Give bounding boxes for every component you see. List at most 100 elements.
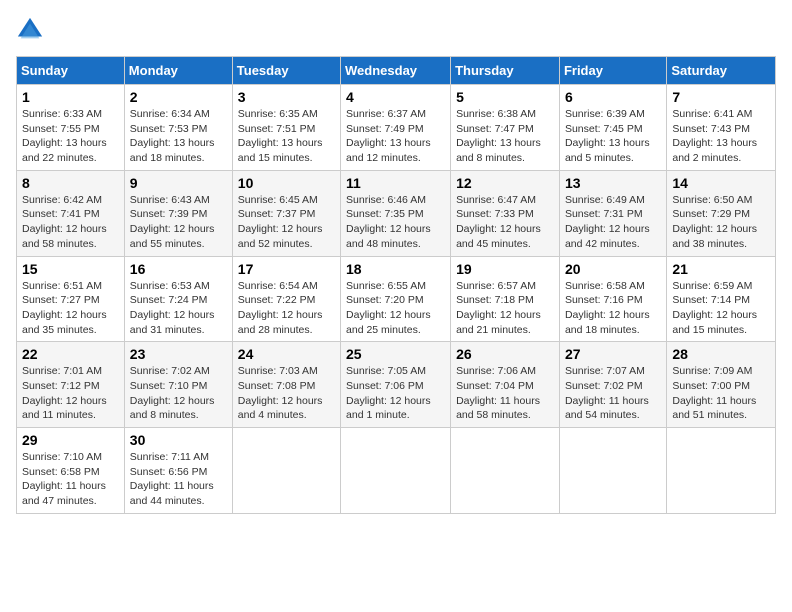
calendar-cell: 21 Sunrise: 6:59 AM Sunset: 7:14 PM Dayl…: [667, 256, 776, 342]
day-info: Sunrise: 6:51 AM Sunset: 7:27 PM Dayligh…: [22, 279, 119, 338]
weekday-header-sunday: Sunday: [17, 57, 125, 85]
weekday-header-saturday: Saturday: [667, 57, 776, 85]
calendar-week-3: 15 Sunrise: 6:51 AM Sunset: 7:27 PM Dayl…: [17, 256, 776, 342]
day-number: 7: [672, 89, 770, 105]
day-info: Sunrise: 6:38 AM Sunset: 7:47 PM Dayligh…: [456, 107, 554, 166]
day-info: Sunrise: 7:07 AM Sunset: 7:02 PM Dayligh…: [565, 364, 661, 423]
day-info: Sunrise: 7:02 AM Sunset: 7:10 PM Dayligh…: [130, 364, 227, 423]
calendar-week-1: 1 Sunrise: 6:33 AM Sunset: 7:55 PM Dayli…: [17, 85, 776, 171]
weekday-header-monday: Monday: [124, 57, 232, 85]
calendar-cell: 16 Sunrise: 6:53 AM Sunset: 7:24 PM Dayl…: [124, 256, 232, 342]
day-info: Sunrise: 6:42 AM Sunset: 7:41 PM Dayligh…: [22, 193, 119, 252]
calendar-cell: 28 Sunrise: 7:09 AM Sunset: 7:00 PM Dayl…: [667, 342, 776, 428]
calendar-cell: 8 Sunrise: 6:42 AM Sunset: 7:41 PM Dayli…: [17, 170, 125, 256]
day-info: Sunrise: 6:58 AM Sunset: 7:16 PM Dayligh…: [565, 279, 661, 338]
day-number: 8: [22, 175, 119, 191]
day-info: Sunrise: 6:43 AM Sunset: 7:39 PM Dayligh…: [130, 193, 227, 252]
day-info: Sunrise: 7:11 AM Sunset: 6:56 PM Dayligh…: [130, 450, 227, 509]
calendar-cell: 23 Sunrise: 7:02 AM Sunset: 7:10 PM Dayl…: [124, 342, 232, 428]
calendar-cell: 9 Sunrise: 6:43 AM Sunset: 7:39 PM Dayli…: [124, 170, 232, 256]
day-number: 16: [130, 261, 227, 277]
day-info: Sunrise: 6:54 AM Sunset: 7:22 PM Dayligh…: [238, 279, 335, 338]
calendar-cell: 18 Sunrise: 6:55 AM Sunset: 7:20 PM Dayl…: [341, 256, 451, 342]
calendar-cell: 27 Sunrise: 7:07 AM Sunset: 7:02 PM Dayl…: [559, 342, 666, 428]
calendar-cell: 5 Sunrise: 6:38 AM Sunset: 7:47 PM Dayli…: [451, 85, 560, 171]
day-info: Sunrise: 7:01 AM Sunset: 7:12 PM Dayligh…: [22, 364, 119, 423]
day-number: 15: [22, 261, 119, 277]
calendar-week-2: 8 Sunrise: 6:42 AM Sunset: 7:41 PM Dayli…: [17, 170, 776, 256]
calendar-cell: 7 Sunrise: 6:41 AM Sunset: 7:43 PM Dayli…: [667, 85, 776, 171]
calendar-cell: 4 Sunrise: 6:37 AM Sunset: 7:49 PM Dayli…: [341, 85, 451, 171]
calendar-cell: 10 Sunrise: 6:45 AM Sunset: 7:37 PM Dayl…: [232, 170, 340, 256]
day-number: 19: [456, 261, 554, 277]
day-number: 20: [565, 261, 661, 277]
page-header: [16, 16, 776, 44]
day-number: 27: [565, 346, 661, 362]
calendar-cell: [559, 428, 666, 514]
day-number: 29: [22, 432, 119, 448]
day-info: Sunrise: 6:41 AM Sunset: 7:43 PM Dayligh…: [672, 107, 770, 166]
calendar-cell: 11 Sunrise: 6:46 AM Sunset: 7:35 PM Dayl…: [341, 170, 451, 256]
calendar-cell: 12 Sunrise: 6:47 AM Sunset: 7:33 PM Dayl…: [451, 170, 560, 256]
day-number: 30: [130, 432, 227, 448]
day-number: 24: [238, 346, 335, 362]
day-info: Sunrise: 6:55 AM Sunset: 7:20 PM Dayligh…: [346, 279, 445, 338]
calendar-header: SundayMondayTuesdayWednesdayThursdayFrid…: [17, 57, 776, 85]
day-number: 22: [22, 346, 119, 362]
day-number: 3: [238, 89, 335, 105]
calendar-cell: [667, 428, 776, 514]
calendar-cell: 15 Sunrise: 6:51 AM Sunset: 7:27 PM Dayl…: [17, 256, 125, 342]
day-info: Sunrise: 6:57 AM Sunset: 7:18 PM Dayligh…: [456, 279, 554, 338]
calendar-week-5: 29 Sunrise: 7:10 AM Sunset: 6:58 PM Dayl…: [17, 428, 776, 514]
day-info: Sunrise: 6:37 AM Sunset: 7:49 PM Dayligh…: [346, 107, 445, 166]
day-number: 23: [130, 346, 227, 362]
day-number: 6: [565, 89, 661, 105]
day-number: 1: [22, 89, 119, 105]
day-number: 17: [238, 261, 335, 277]
day-info: Sunrise: 7:06 AM Sunset: 7:04 PM Dayligh…: [456, 364, 554, 423]
calendar-cell: 13 Sunrise: 6:49 AM Sunset: 7:31 PM Dayl…: [559, 170, 666, 256]
day-number: 25: [346, 346, 445, 362]
day-info: Sunrise: 6:33 AM Sunset: 7:55 PM Dayligh…: [22, 107, 119, 166]
calendar-cell: 3 Sunrise: 6:35 AM Sunset: 7:51 PM Dayli…: [232, 85, 340, 171]
calendar-cell: 19 Sunrise: 6:57 AM Sunset: 7:18 PM Dayl…: [451, 256, 560, 342]
day-info: Sunrise: 6:34 AM Sunset: 7:53 PM Dayligh…: [130, 107, 227, 166]
calendar-cell: [232, 428, 340, 514]
day-info: Sunrise: 7:03 AM Sunset: 7:08 PM Dayligh…: [238, 364, 335, 423]
day-number: 4: [346, 89, 445, 105]
day-number: 12: [456, 175, 554, 191]
day-number: 26: [456, 346, 554, 362]
calendar-cell: 24 Sunrise: 7:03 AM Sunset: 7:08 PM Dayl…: [232, 342, 340, 428]
calendar-cell: 20 Sunrise: 6:58 AM Sunset: 7:16 PM Dayl…: [559, 256, 666, 342]
calendar-cell: 25 Sunrise: 7:05 AM Sunset: 7:06 PM Dayl…: [341, 342, 451, 428]
logo-icon: [16, 16, 44, 44]
day-info: Sunrise: 6:35 AM Sunset: 7:51 PM Dayligh…: [238, 107, 335, 166]
calendar-cell: 6 Sunrise: 6:39 AM Sunset: 7:45 PM Dayli…: [559, 85, 666, 171]
day-number: 18: [346, 261, 445, 277]
logo: [16, 16, 48, 44]
day-info: Sunrise: 6:59 AM Sunset: 7:14 PM Dayligh…: [672, 279, 770, 338]
calendar-cell: [451, 428, 560, 514]
calendar-cell: 29 Sunrise: 7:10 AM Sunset: 6:58 PM Dayl…: [17, 428, 125, 514]
day-number: 11: [346, 175, 445, 191]
day-info: Sunrise: 7:05 AM Sunset: 7:06 PM Dayligh…: [346, 364, 445, 423]
day-info: Sunrise: 6:46 AM Sunset: 7:35 PM Dayligh…: [346, 193, 445, 252]
day-number: 13: [565, 175, 661, 191]
day-number: 10: [238, 175, 335, 191]
day-info: Sunrise: 6:39 AM Sunset: 7:45 PM Dayligh…: [565, 107, 661, 166]
calendar-cell: 17 Sunrise: 6:54 AM Sunset: 7:22 PM Dayl…: [232, 256, 340, 342]
calendar-cell: 26 Sunrise: 7:06 AM Sunset: 7:04 PM Dayl…: [451, 342, 560, 428]
weekday-header-wednesday: Wednesday: [341, 57, 451, 85]
calendar-cell: [341, 428, 451, 514]
day-number: 28: [672, 346, 770, 362]
calendar-cell: 30 Sunrise: 7:11 AM Sunset: 6:56 PM Dayl…: [124, 428, 232, 514]
calendar-cell: 1 Sunrise: 6:33 AM Sunset: 7:55 PM Dayli…: [17, 85, 125, 171]
weekday-header-tuesday: Tuesday: [232, 57, 340, 85]
calendar-table: SundayMondayTuesdayWednesdayThursdayFrid…: [16, 56, 776, 514]
weekday-header-thursday: Thursday: [451, 57, 560, 85]
day-info: Sunrise: 6:45 AM Sunset: 7:37 PM Dayligh…: [238, 193, 335, 252]
day-number: 21: [672, 261, 770, 277]
calendar-week-4: 22 Sunrise: 7:01 AM Sunset: 7:12 PM Dayl…: [17, 342, 776, 428]
day-info: Sunrise: 6:49 AM Sunset: 7:31 PM Dayligh…: [565, 193, 661, 252]
day-info: Sunrise: 7:09 AM Sunset: 7:00 PM Dayligh…: [672, 364, 770, 423]
